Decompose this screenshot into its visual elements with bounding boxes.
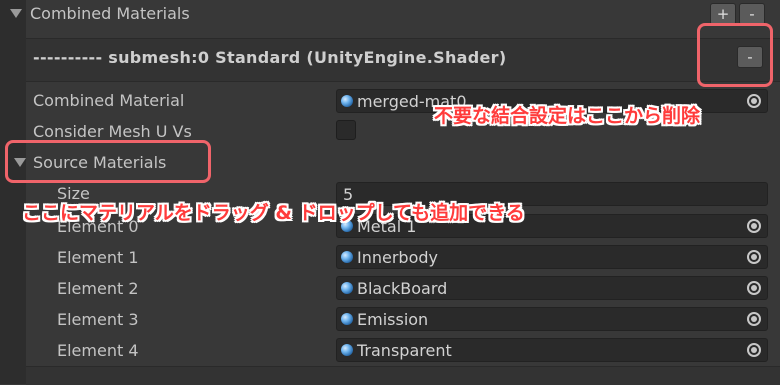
element-field[interactable]: Transparent	[336, 338, 768, 362]
element-value: Innerbody	[357, 248, 438, 267]
material-sphere-icon	[341, 282, 353, 294]
material-sphere-icon	[341, 313, 353, 325]
element-value: BlackBoard	[357, 279, 448, 298]
material-sphere-icon	[341, 344, 353, 356]
material-sphere-icon	[341, 95, 353, 107]
consider-mesh-uvs-label: Consider Mesh U Vs	[33, 122, 192, 141]
remove-button[interactable]: -	[739, 3, 765, 25]
object-picker-icon[interactable]	[745, 341, 763, 359]
highlight-remove-submesh	[697, 23, 773, 87]
element-label: Element 1	[57, 248, 139, 267]
combined-material-label: Combined Material	[33, 91, 185, 110]
object-picker-icon[interactable]	[745, 310, 763, 328]
highlight-source-materials	[5, 140, 211, 183]
object-picker-icon[interactable]	[745, 92, 763, 110]
element-value: Transparent	[357, 341, 452, 360]
element-field[interactable]: BlackBoard	[336, 276, 768, 300]
element-label: Element 4	[57, 341, 139, 360]
add-button[interactable]: +	[710, 3, 736, 25]
object-picker-icon[interactable]	[745, 217, 763, 235]
material-sphere-icon	[341, 251, 353, 263]
element-field[interactable]: Emission	[336, 307, 768, 331]
drag-drop-annotation: ここにマテリアルをドラッグ & ドロップしても追加できる	[22, 202, 525, 224]
submesh-title: ---------- submesh:0 Standard (UnityEngi…	[33, 48, 507, 67]
combined-materials-foldout-arrow-icon[interactable]	[10, 9, 22, 18]
element-value: Emission	[357, 310, 429, 329]
element-label: Element 2	[57, 279, 139, 298]
left-gutter	[0, 0, 26, 384]
consider-mesh-uvs-checkbox[interactable]	[336, 120, 356, 140]
element-label: Element 3	[57, 310, 139, 329]
element-field[interactable]: Innerbody	[336, 245, 768, 269]
combined-materials-title[interactable]: Combined Materials	[30, 4, 190, 24]
object-picker-icon[interactable]	[745, 248, 763, 266]
delete-annotation: 不要な結合設定はここから削除	[434, 105, 701, 127]
object-picker-icon[interactable]	[745, 279, 763, 297]
bottom-bar	[26, 366, 780, 385]
